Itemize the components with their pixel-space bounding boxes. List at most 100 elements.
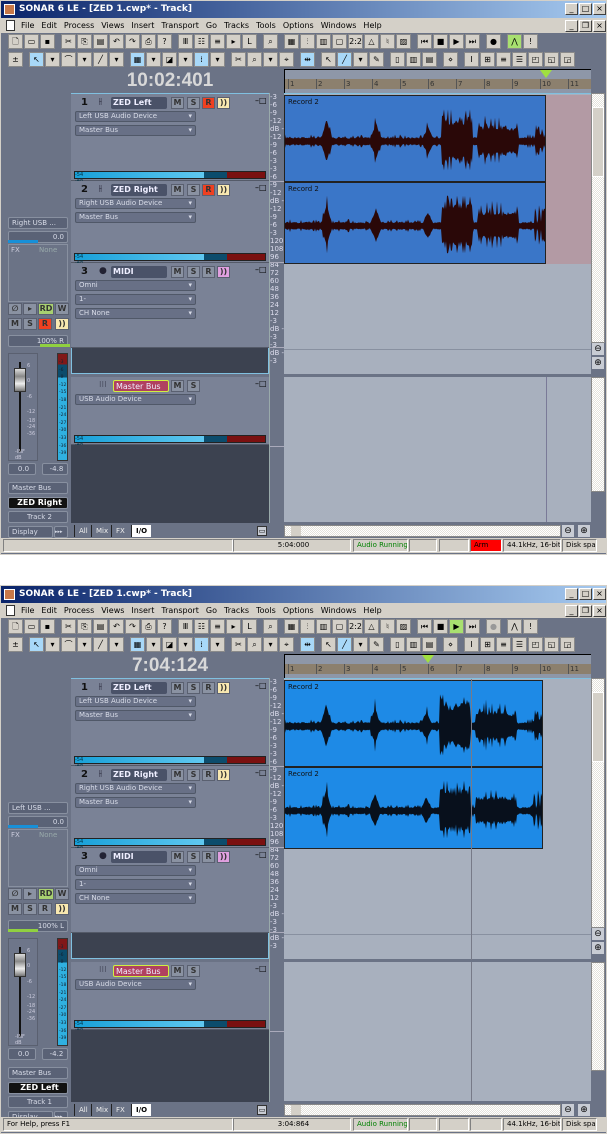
- toolbar-button-24[interactable]: 2:2: [348, 34, 363, 49]
- toolbar-button-32[interactable]: ⏭: [465, 619, 480, 634]
- solo-button[interactable]: S: [187, 266, 200, 278]
- toolbar-button-0[interactable]: ±: [8, 637, 23, 652]
- toolbar-button-13[interactable]: ☷: [194, 34, 209, 49]
- input-echo-button[interactable]: )): [217, 266, 230, 278]
- toolbar-button-17[interactable]: ⌕: [247, 637, 262, 652]
- solo-button[interactable]: S: [187, 97, 200, 109]
- menu-options[interactable]: Options: [283, 18, 314, 33]
- toolbar-button-17[interactable]: ⌕: [247, 52, 262, 67]
- input-monitor-button[interactable]: ▸: [23, 888, 37, 900]
- toolbar-button-7[interactable]: ▾: [109, 52, 124, 67]
- record-arm-button[interactable]: R: [202, 184, 215, 196]
- phase-button[interactable]: ∅: [8, 303, 22, 315]
- doc-restore-button[interactable]: ❐: [579, 20, 592, 32]
- inspector-input-dropdown[interactable]: Right USB ...: [8, 217, 68, 229]
- clips-pane[interactable]: Record 2 Record 2: [284, 93, 591, 374]
- menu-tools[interactable]: Tools: [256, 18, 276, 33]
- toolbar-button-23[interactable]: ↖: [321, 637, 336, 652]
- toolbar-button-6[interactable]: ╱: [93, 637, 108, 652]
- toolbar-button-40[interactable]: ◲: [560, 52, 575, 67]
- inspector-peak-value[interactable]: -4.8: [42, 463, 68, 475]
- now-marker[interactable]: [422, 655, 434, 663]
- toolbar-button-23[interactable]: ↖: [321, 52, 336, 67]
- toolbar-button-21[interactable]: ⫶: [300, 34, 315, 49]
- toolbar-button-14[interactable]: ▾: [210, 52, 225, 67]
- track-output-dropdown[interactable]: 1-: [75, 879, 196, 890]
- inspector-mute-button[interactable]: M: [8, 318, 22, 330]
- track-minimize-button[interactable]: –□: [255, 183, 267, 192]
- toolbar-button-27[interactable]: ▨: [396, 34, 411, 49]
- input-echo-button[interactable]: )): [217, 184, 230, 196]
- menu-edit[interactable]: Edit: [41, 18, 57, 33]
- toolbar-button-14[interactable]: ≡: [210, 619, 225, 634]
- bus-mute-button[interactable]: M: [171, 380, 184, 392]
- track-output-dropdown[interactable]: Master Bus: [75, 212, 196, 223]
- toolbar-button-29[interactable]: ▥: [406, 637, 421, 652]
- solo-button[interactable]: S: [187, 769, 200, 781]
- toolbar-button-6[interactable]: ▤: [93, 34, 108, 49]
- read-automation-button[interactable]: RD: [38, 888, 54, 900]
- toolbar-button-23[interactable]: ▢: [332, 619, 347, 634]
- toolbar-button-34[interactable]: Ⅰ: [464, 52, 479, 67]
- zoom-out-vertical-icon[interactable]: ⊖: [592, 928, 604, 940]
- inspector-echo-button[interactable]: )): [55, 318, 69, 330]
- inspector-output-dropdown[interactable]: Master Bus: [8, 1067, 68, 1079]
- toolbar-button-4[interactable]: ⌒: [61, 637, 76, 652]
- track-1[interactable]: 1⫲ZED LeftMSR))–□Left USB Audio DeviceMa…: [71, 679, 269, 811]
- track-minimize-button[interactable]: –□: [255, 96, 267, 105]
- inspector-input-dropdown[interactable]: Left USB ...: [8, 802, 68, 814]
- audio-clip[interactable]: Record 2: [284, 182, 546, 264]
- hscroll-thumb[interactable]: [291, 526, 301, 536]
- input-monitor-button[interactable]: ▸: [23, 303, 37, 315]
- track-input-dropdown[interactable]: Right USB Audio Device: [75, 198, 196, 209]
- toolbar-button-38[interactable]: ◰: [528, 637, 543, 652]
- bus-name-field[interactable]: Master Bus: [113, 380, 169, 392]
- toolbar-button-11[interactable]: ◪: [162, 52, 177, 67]
- doc-restore-button[interactable]: ❐: [579, 605, 592, 617]
- toolbar-button-26[interactable]: ✎: [369, 52, 384, 67]
- track-input-dropdown[interactable]: Left USB Audio Device: [75, 111, 196, 122]
- toolbar-button-4[interactable]: ✂: [61, 34, 76, 49]
- menu-windows[interactable]: Windows: [321, 18, 357, 33]
- solo-button[interactable]: S: [187, 682, 200, 694]
- toolbar-button-32[interactable]: ⋄: [443, 637, 458, 652]
- toolbar-button-9[interactable]: ▦: [130, 52, 145, 67]
- timeline-ruler[interactable]: 1 2 3 4 5 6 7 8 9 10 11: [284, 69, 591, 93]
- toolbar-button-10[interactable]: ▾: [146, 52, 161, 67]
- track-2[interactable]: 2 ⫲ ZED Right M S R)) –□ Right USB Audio Device…: [71, 766, 269, 893]
- toolbar-button-18[interactable]: ▾: [263, 52, 278, 67]
- inspector-volume-value[interactable]: 0.0: [8, 463, 36, 475]
- inspector-display-dropdown[interactable]: Display: [8, 526, 53, 538]
- toolbar-button-34[interactable]: Ⅰ: [464, 637, 479, 652]
- bus-solo-button[interactable]: S: [187, 965, 200, 977]
- track-output-dropdown[interactable]: Master Bus: [75, 710, 196, 721]
- menu-go[interactable]: Go: [206, 18, 217, 33]
- toolbar-button-30[interactable]: ▤: [422, 52, 437, 67]
- scroll-thumb[interactable]: [592, 692, 604, 762]
- toolbar-button-16[interactable]: ✂: [231, 52, 246, 67]
- toolbar-button-40[interactable]: ◲: [560, 637, 575, 652]
- audio-clip[interactable]: Record 2: [284, 95, 546, 182]
- menu-views[interactable]: Views: [101, 18, 124, 33]
- menu-insert[interactable]: Insert: [131, 18, 154, 33]
- bus-output-dropdown[interactable]: USB Audio Device: [75, 979, 196, 990]
- track-channel-dropdown[interactable]: CH None: [75, 308, 196, 319]
- tab-mix[interactable]: Mix: [91, 1104, 112, 1116]
- zoom-out-horizontal-icon[interactable]: ⊖: [562, 1104, 574, 1116]
- toolbar-button-12[interactable]: ▾: [178, 637, 193, 652]
- toolbar-button-26[interactable]: ♮: [380, 34, 395, 49]
- fader-handle[interactable]: [14, 368, 26, 392]
- toolbar-button-26[interactable]: ♮: [380, 619, 395, 634]
- toolbar-button-27[interactable]: ▨: [396, 619, 411, 634]
- track-input-dropdown[interactable]: Omni: [75, 280, 196, 291]
- zoom-in-vertical-icon[interactable]: ⊕: [592, 357, 604, 369]
- toolbar-button-34[interactable]: ●: [486, 34, 501, 49]
- record-arm-button[interactable]: R: [202, 851, 215, 863]
- track-name-field[interactable]: ZED Right: [111, 769, 167, 781]
- toolbar-button-2[interactable]: ▪: [40, 619, 55, 634]
- bus-clips-pane[interactable]: [284, 962, 591, 1101]
- menu-help[interactable]: Help: [363, 18, 381, 33]
- write-automation-button[interactable]: W: [55, 303, 69, 315]
- bus-vertical-scrollbar[interactable]: [591, 962, 605, 1071]
- menu-insert[interactable]: Insert: [131, 603, 154, 618]
